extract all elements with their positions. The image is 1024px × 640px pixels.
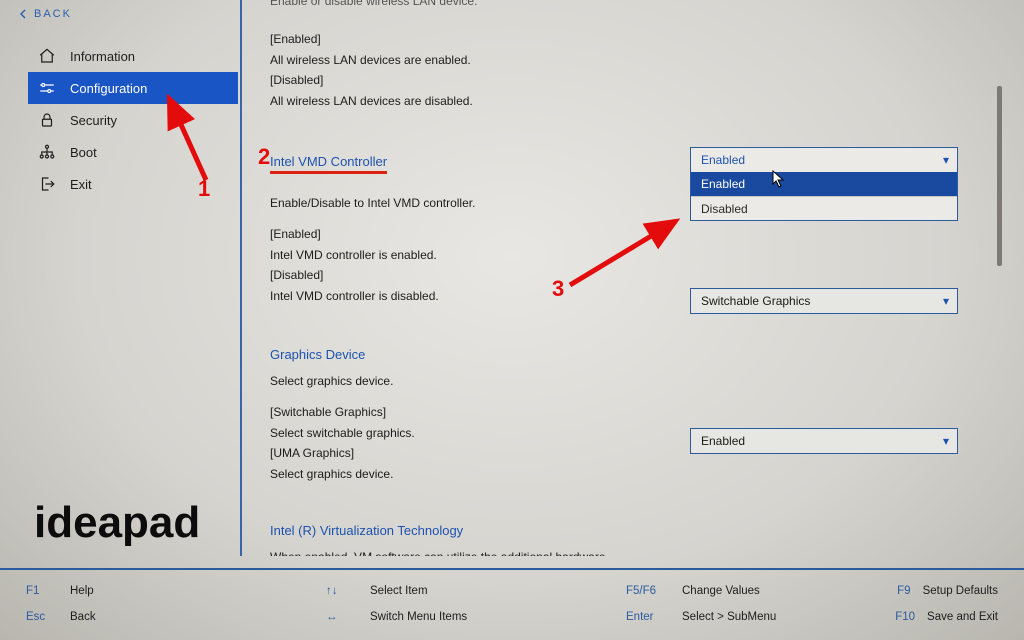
wlan-line: [Enabled] (270, 30, 650, 49)
annotation-number-1: 1 (198, 176, 210, 202)
key-label: Setup Defaults (923, 585, 998, 597)
key-label: Switch Menu Items (370, 611, 467, 623)
key-label: Back (70, 611, 96, 623)
graphics-line: Select graphics device. (270, 465, 650, 484)
footer-help-bar: F1Help ↑↓Select Item F5/F6Change Values … (0, 568, 1024, 640)
chevron-down-icon: ▾ (943, 434, 949, 448)
sidebar-item-label: Security (70, 113, 117, 128)
main-panel: Enable or disable wireless LAN device. [… (260, 0, 1008, 556)
section-title-virt: Intel (R) Virtualization Technology (270, 523, 998, 538)
back-label: BACK (34, 8, 72, 20)
cutoff-text: Enable or disable wireless LAN device. (270, 0, 998, 8)
key-label: Select > SubMenu (682, 611, 776, 623)
dropdown-selected-label: Switchable Graphics (701, 294, 810, 308)
key-hint: Esc (26, 611, 58, 623)
section-title-vmd: Intel VMD Controller (270, 154, 387, 174)
home-icon (38, 47, 56, 65)
key-label: Select Item (370, 585, 428, 597)
virt-line: When enabled, VM software can utilize th… (270, 548, 650, 556)
vmd-line: [Disabled] (270, 266, 650, 285)
vmd-line: Intel VMD controller is disabled. (270, 287, 650, 306)
leftright-arrows-icon: ↔ (326, 611, 358, 623)
vmd-option-disabled[interactable]: Disabled (691, 196, 957, 220)
sidebar-item-label: Information (70, 49, 135, 64)
vertical-divider (240, 0, 242, 556)
key-hint: F5/F6 (626, 585, 670, 597)
annotation-number-3: 3 (552, 276, 564, 302)
graphics-line: [Switchable Graphics] (270, 403, 650, 422)
annotation-number-2: 2 (258, 144, 270, 170)
sliders-icon (38, 79, 56, 97)
sidebar-item-security[interactable]: Security (28, 104, 238, 136)
lock-icon (38, 111, 56, 129)
dropdown-selected-label: Enabled (701, 434, 745, 448)
sidebar-item-configuration[interactable]: Configuration (28, 72, 238, 104)
scrollbar-thumb[interactable] (997, 86, 1002, 266)
sidebar-item-information[interactable]: Information (28, 40, 238, 72)
wlan-description: [Enabled] All wireless LAN devices are e… (270, 30, 650, 110)
chevron-left-icon (18, 9, 28, 19)
virt-dropdown[interactable]: Enabled ▾ (690, 428, 958, 454)
back-link[interactable]: BACK (18, 8, 72, 20)
key-label: Change Values (682, 585, 760, 597)
vmd-line: [Enabled] (270, 225, 650, 244)
chevron-down-icon: ▾ (943, 153, 949, 167)
scrollbar[interactable] (997, 26, 1002, 546)
chevron-down-icon: ▾ (943, 294, 949, 308)
key-label: Help (70, 585, 94, 597)
option-label: Enabled (701, 177, 745, 191)
key-hint: F9 (883, 585, 911, 597)
sidebar-item-boot[interactable]: Boot (28, 136, 238, 168)
wlan-line: All wireless LAN devices are disabled. (270, 92, 650, 111)
vmd-line: Enable/Disable to Intel VMD controller. (270, 194, 650, 213)
graphics-line: [UMA Graphics] (270, 444, 650, 463)
brand-logo: ideapad (34, 498, 200, 548)
graphics-dropdown[interactable]: Switchable Graphics ▾ (690, 288, 958, 314)
virt-description: When enabled, VM software can utilize th… (270, 548, 650, 556)
vmd-description: Enable/Disable to Intel VMD controller. … (270, 194, 650, 305)
vmd-option-enabled[interactable]: Enabled (691, 172, 957, 196)
vmd-dropdown-selected[interactable]: Enabled ▾ (691, 148, 957, 172)
vmd-line: Intel VMD controller is enabled. (270, 246, 650, 265)
section-title-graphics: Graphics Device (270, 347, 998, 362)
dropdown-selected-label: Enabled (701, 153, 745, 167)
wlan-line: [Disabled] (270, 71, 650, 90)
graphics-description: Select graphics device. [Switchable Grap… (270, 372, 650, 483)
graphics-line: Select switchable graphics. (270, 424, 650, 443)
vmd-dropdown-open[interactable]: Enabled ▾ Enabled Disabled (690, 147, 958, 221)
key-hint: F1 (26, 585, 58, 597)
updown-arrows-icon: ↑↓ (326, 585, 358, 597)
key-label: Save and Exit (927, 611, 998, 623)
sidebar-item-label: Exit (70, 177, 92, 192)
sidebar-item-label: Configuration (70, 81, 147, 96)
hierarchy-icon (38, 143, 56, 161)
graphics-line: Select graphics device. (270, 372, 650, 391)
option-label: Disabled (701, 202, 748, 216)
exit-icon (38, 175, 56, 193)
sidebar-item-label: Boot (70, 145, 97, 160)
key-hint: Enter (626, 611, 670, 623)
key-hint: F10 (887, 611, 915, 623)
wlan-line: All wireless LAN devices are enabled. (270, 51, 650, 70)
